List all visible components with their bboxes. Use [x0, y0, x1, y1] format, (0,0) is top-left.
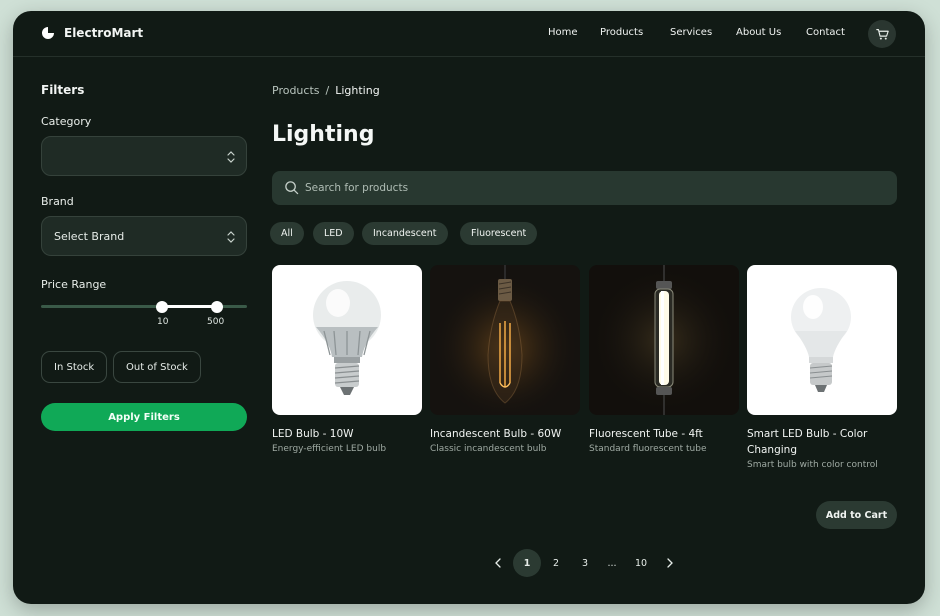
price-max-value: 500	[207, 317, 225, 327]
product-description: Classic incandescent bulb	[430, 444, 547, 454]
filters-title: Filters	[41, 83, 85, 97]
app-window: ElectroMart Home Products Services About…	[13, 11, 925, 604]
product-description: Energy-efficient LED bulb	[272, 444, 387, 454]
product-name[interactable]: Incandescent Bulb - 60W	[430, 426, 580, 442]
page-button[interactable]: 2	[549, 551, 563, 575]
price-range-label: Price Range	[41, 278, 107, 291]
product-name[interactable]: LED Bulb - 10W	[272, 426, 422, 442]
category-pill-fluorescent[interactable]: Fluorescent	[460, 222, 538, 245]
search-bar[interactable]	[272, 171, 897, 205]
category-label: Category	[41, 115, 92, 128]
product-image-fluorescent-tube[interactable]	[589, 265, 739, 415]
category-select[interactable]	[41, 136, 247, 176]
cart-button[interactable]	[868, 20, 896, 48]
prev-page-button[interactable]	[491, 551, 505, 575]
next-page-button[interactable]	[663, 551, 677, 575]
search-input[interactable]	[305, 171, 885, 205]
brand-label: Brand	[41, 195, 74, 208]
logo-icon	[42, 27, 54, 39]
product-image-incandescent-bulb[interactable]	[430, 265, 580, 415]
category-pill-all[interactable]: All	[270, 222, 304, 245]
breadcrumb-products[interactable]: Products	[272, 84, 320, 97]
brand-select-value: Select Brand	[54, 230, 125, 243]
price-max-handle[interactable]	[211, 301, 223, 313]
price-min-handle[interactable]	[156, 301, 168, 313]
nav-products[interactable]: Products	[600, 27, 643, 38]
nav-home[interactable]: Home	[548, 27, 578, 38]
brand-name: ElectroMart	[64, 26, 144, 40]
breadcrumb-current: Lighting	[335, 84, 380, 97]
nav-services[interactable]: Services	[670, 27, 712, 38]
product-description: Standard fluorescent tube	[589, 444, 707, 454]
chevron-right-icon	[667, 558, 673, 568]
chevron-up-down-icon	[227, 151, 235, 163]
brand-select[interactable]: Select Brand	[41, 216, 247, 256]
product-image-smart-led-bulb[interactable]	[747, 265, 897, 415]
breadcrumb-separator: /	[325, 84, 330, 97]
product-description: Smart bulb with color control	[747, 460, 878, 470]
page-button[interactable]: 10	[631, 551, 651, 575]
chevron-up-down-icon	[227, 231, 235, 243]
page-button-current[interactable]: 1	[513, 549, 541, 577]
product-card[interactable]: LED Bulb - 10W Energy-efficient LED bulb	[272, 265, 422, 455]
shopping-cart-icon	[875, 28, 889, 40]
price-range-fill	[161, 305, 217, 308]
top-navbar: ElectroMart Home Products Services About…	[13, 11, 925, 57]
out-of-stock-toggle[interactable]: Out of Stock	[113, 351, 201, 383]
category-pill-led[interactable]: LED	[313, 222, 354, 245]
category-pill-incandescent[interactable]: Incandescent	[362, 222, 448, 245]
nav-contact[interactable]: Contact	[806, 27, 845, 38]
product-card[interactable]: Incandescent Bulb - 60W Classic incandes…	[430, 265, 580, 455]
apply-filters-button[interactable]: Apply Filters	[41, 403, 247, 431]
product-name[interactable]: Smart LED Bulb - Color Changing	[747, 426, 897, 458]
in-stock-toggle[interactable]: In Stock	[41, 351, 108, 383]
product-card[interactable]: Smart LED Bulb - Color Changing Smart bu…	[747, 265, 897, 471]
page-button[interactable]: 3	[578, 551, 592, 575]
page-ellipsis: ...	[607, 557, 617, 569]
product-image-led-bulb[interactable]	[272, 265, 422, 415]
page-title: Lighting	[272, 122, 375, 147]
add-to-cart-button[interactable]: Add to Cart	[816, 501, 897, 529]
product-name[interactable]: Fluorescent Tube - 4ft	[589, 426, 739, 442]
price-min-value: 10	[157, 317, 169, 327]
product-card[interactable]: Fluorescent Tube - 4ft Standard fluoresc…	[589, 265, 739, 455]
search-icon	[285, 181, 299, 195]
logo[interactable]: ElectroMart	[42, 26, 143, 40]
breadcrumb: Products / Lighting	[272, 84, 380, 97]
nav-about-us[interactable]: About Us	[736, 27, 781, 38]
chevron-left-icon	[495, 558, 501, 568]
